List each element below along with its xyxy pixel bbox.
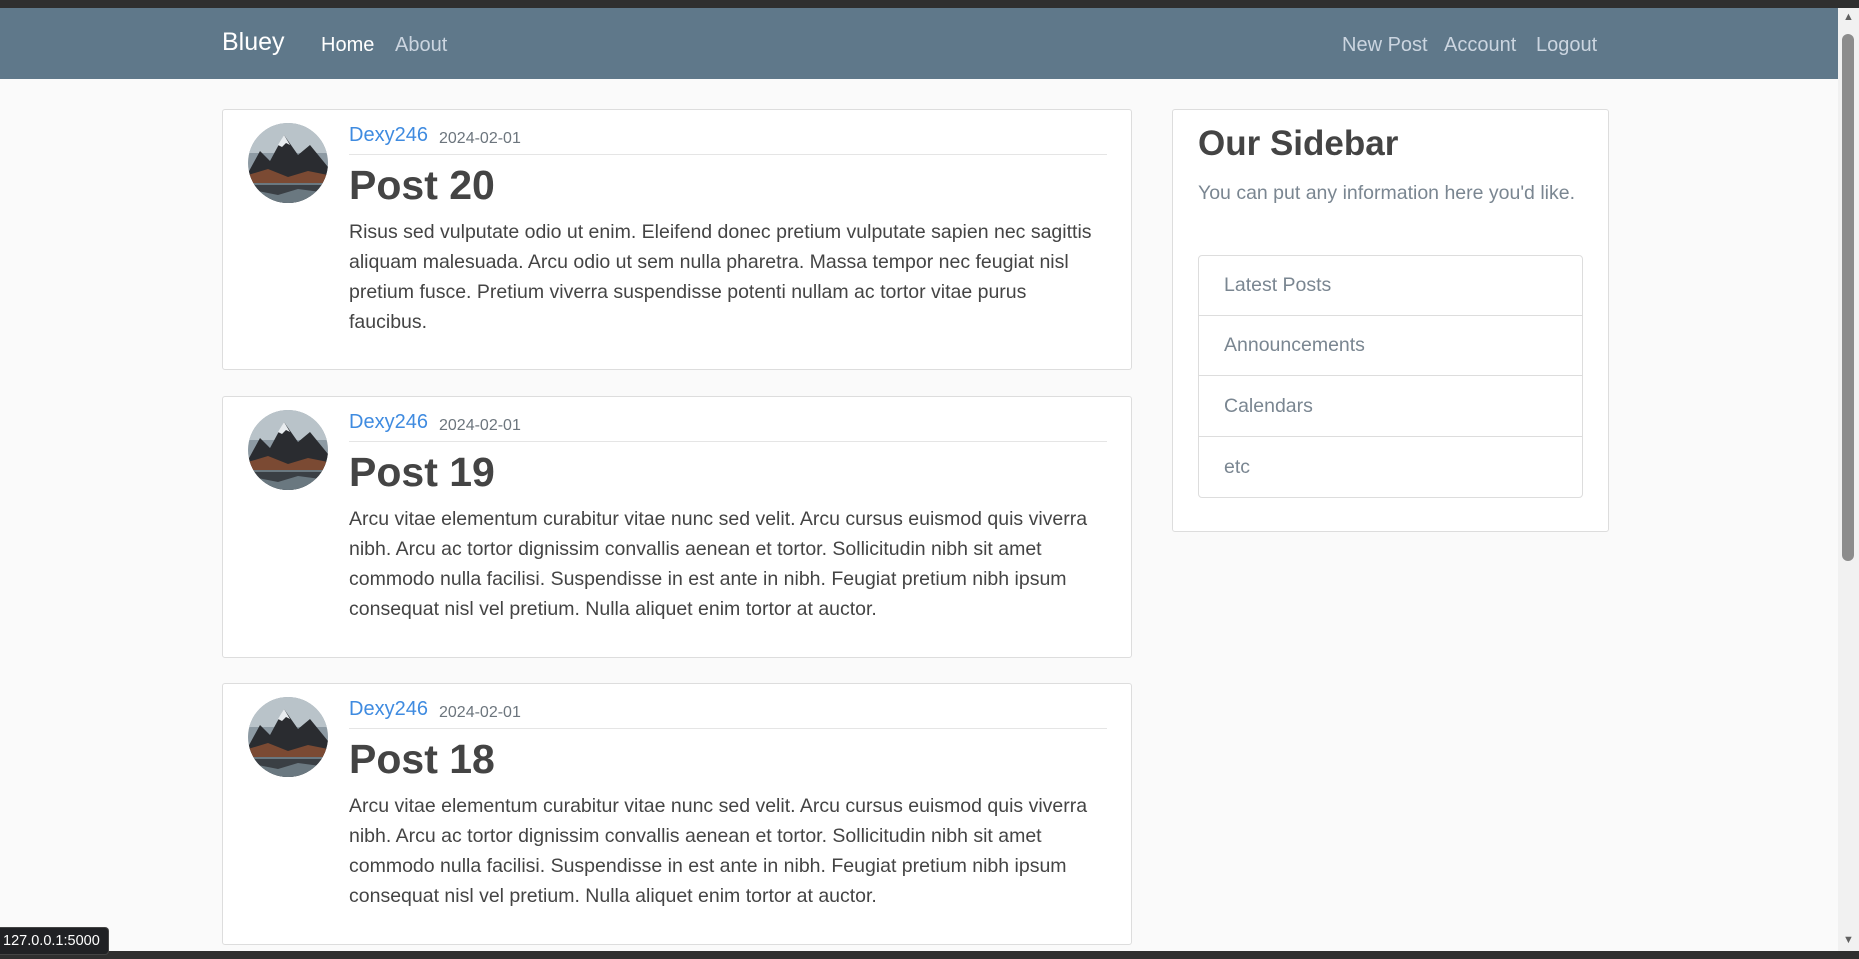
post-author-link[interactable]: Dexy246 [349, 411, 428, 434]
sidebar-description: You can put any information here you'd l… [1198, 182, 1575, 204]
sidebar-item-label: etc [1224, 456, 1251, 478]
nav-new-post-link[interactable]: New Post [1342, 34, 1428, 57]
post-card: Dexy246 2024-02-01 Post 20 Risus sed vul… [222, 109, 1132, 370]
avatar-mountain-image [248, 697, 328, 777]
nav-logout-link[interactable]: Logout [1536, 34, 1597, 57]
post-metadata: Dexy246 2024-02-01 [349, 698, 1107, 729]
sidebar-item-latest-posts[interactable]: Latest Posts [1199, 256, 1582, 316]
post-date: 2024-02-01 [439, 130, 521, 147]
nav-home-link[interactable]: Home [321, 34, 374, 57]
sidebar-item-label: Calendars [1224, 395, 1313, 417]
sidebar-item-label: Announcements [1224, 334, 1365, 356]
avatar-mountain-image [248, 123, 328, 203]
scrollbar-thumb[interactable] [1842, 34, 1854, 561]
nav-account-link[interactable]: Account [1444, 34, 1516, 57]
post-metadata: Dexy246 2024-02-01 [349, 411, 1107, 442]
sidebar-item-announcements[interactable]: Announcements [1199, 316, 1582, 376]
post-date: 2024-02-01 [439, 704, 521, 721]
post-content: Arcu vitae elementum curabitur vitae nun… [349, 795, 1088, 907]
sidebar-list: Latest Posts Announcements Calendars etc [1198, 255, 1583, 498]
post-metadata: Dexy246 2024-02-01 [349, 124, 1107, 155]
nav-about-link[interactable]: About [395, 34, 447, 57]
top-navbar: Bluey Home About New Post Account Logout [0, 8, 1838, 79]
scroll-up-icon[interactable]: ▲ [1841, 10, 1856, 25]
sidebar-item-calendars[interactable]: Calendars [1199, 377, 1582, 437]
post-content: Arcu vitae elementum curabitur vitae nun… [349, 508, 1088, 620]
post-content: Risus sed vulputate odio ut enim. Eleife… [349, 221, 1092, 333]
post-date: 2024-02-01 [439, 417, 521, 434]
sidebar: Our Sidebar You can put any information … [1172, 109, 1609, 532]
sidebar-item-etc[interactable]: etc [1199, 438, 1582, 498]
author-avatar [248, 697, 328, 777]
post-title-link[interactable]: Post 20 [349, 162, 495, 209]
avatar-mountain-image [248, 410, 328, 490]
author-avatar [248, 123, 328, 203]
post-card: Dexy246 2024-02-01 Post 18 Arcu vitae el… [222, 683, 1132, 945]
brand-logo-link[interactable]: Bluey [222, 28, 285, 57]
post-author-link[interactable]: Dexy246 [349, 698, 428, 721]
scroll-down-icon[interactable]: ▼ [1841, 933, 1856, 948]
author-avatar [248, 410, 328, 490]
status-bar-url: 127.0.0.1:5000 [0, 927, 109, 955]
post-title-link[interactable]: Post 18 [349, 736, 495, 783]
post-card: Dexy246 2024-02-01 Post 19 Arcu vitae el… [222, 396, 1132, 658]
sidebar-title: Our Sidebar [1198, 124, 1399, 163]
browser-viewport: Bluey Home About New Post Account Logout… [0, 8, 1838, 951]
vertical-scrollbar[interactable]: ▲ ▼ [1838, 8, 1859, 951]
post-title-link[interactable]: Post 19 [349, 449, 495, 496]
post-author-link[interactable]: Dexy246 [349, 124, 428, 147]
sidebar-item-label: Latest Posts [1224, 274, 1332, 296]
